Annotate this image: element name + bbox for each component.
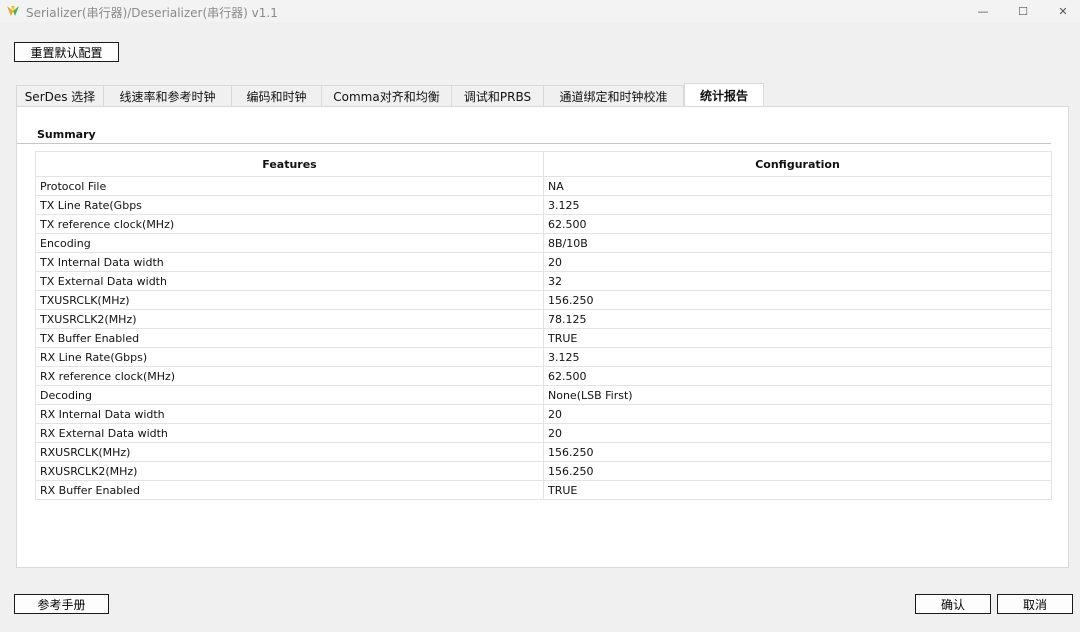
- table-row: RX External Data width 20: [35, 423, 1052, 443]
- feature-cell: RXUSRCLK(MHz): [35, 442, 544, 462]
- config-cell: 3.125: [543, 347, 1052, 367]
- config-cell: TRUE: [543, 480, 1052, 500]
- maximize-icon: ☐: [1018, 4, 1028, 18]
- table-row: RX Buffer Enabled TRUE: [35, 480, 1052, 500]
- tab-statistics-report[interactable]: 统计报告: [684, 83, 764, 107]
- config-cell: 156.250: [543, 290, 1052, 310]
- table-header-row: Features Configuration: [35, 151, 1052, 177]
- table-row: TX Buffer Enabled TRUE: [35, 328, 1052, 348]
- table-row: TX Internal Data width 20: [35, 252, 1052, 272]
- config-cell: 156.250: [543, 442, 1052, 462]
- table-row: Decoding None(LSB First): [35, 385, 1052, 405]
- confirm-button[interactable]: 确认: [915, 594, 991, 614]
- tab-channel-bonding-clock-correction[interactable]: 通道绑定和时钟校准: [544, 85, 684, 107]
- config-cell: 3.125: [543, 195, 1052, 215]
- feature-cell: TX External Data width: [35, 271, 544, 291]
- config-cell: 20: [543, 252, 1052, 272]
- config-cell: NA: [543, 176, 1052, 196]
- table-row: TX reference clock(MHz) 62.500: [35, 214, 1052, 234]
- feature-cell: RX reference clock(MHz): [35, 366, 544, 386]
- table-row: TXUSRCLK(MHz) 156.250: [35, 290, 1052, 310]
- tab-encoding-clock[interactable]: 编码和时钟: [232, 85, 322, 107]
- title-bar: Serializer(串行器)/Deserializer(串行器) v1.1 —…: [0, 0, 1080, 22]
- close-icon: ✕: [1058, 4, 1068, 18]
- tab-debug-prbs[interactable]: 调试和PRBS: [452, 85, 544, 107]
- tab-bar: SerDes 选择 线速率和参考时钟 编码和时钟 Comma对齐和均衡 调试和P…: [16, 83, 764, 107]
- cancel-button[interactable]: 取消: [997, 594, 1073, 614]
- feature-cell: Protocol File: [35, 176, 544, 196]
- reference-manual-button[interactable]: 参考手册: [14, 594, 109, 614]
- table-row: TXUSRCLK2(MHz) 78.125: [35, 309, 1052, 329]
- config-cell: None(LSB First): [543, 385, 1052, 405]
- config-cell: 62.500: [543, 214, 1052, 234]
- report-panel: Summary Features Configuration Protocol …: [16, 106, 1069, 568]
- config-cell: 8B/10B: [543, 233, 1052, 253]
- tab-line-rate-refclk[interactable]: 线速率和参考时钟: [104, 85, 232, 107]
- feature-cell: TXUSRCLK2(MHz): [35, 309, 544, 329]
- table-row: TX External Data width 32: [35, 271, 1052, 291]
- feature-cell: Decoding: [35, 385, 544, 405]
- config-cell: 62.500: [543, 366, 1052, 386]
- configuration-column-header[interactable]: Configuration: [543, 151, 1052, 177]
- feature-cell: TX Internal Data width: [35, 252, 544, 272]
- tab-serdes-select[interactable]: SerDes 选择: [16, 85, 104, 107]
- summary-title: Summary: [37, 128, 100, 141]
- config-cell: 20: [543, 404, 1052, 424]
- feature-cell: TX Line Rate(Gbps: [35, 195, 544, 215]
- feature-cell: RX External Data width: [35, 423, 544, 443]
- feature-cell: TX reference clock(MHz): [35, 214, 544, 234]
- summary-divider: [17, 143, 1051, 144]
- table-row: RX Internal Data width 20: [35, 404, 1052, 424]
- config-cell: 20: [543, 423, 1052, 443]
- table-row: RX reference clock(MHz) 62.500: [35, 366, 1052, 386]
- feature-cell: TXUSRCLK(MHz): [35, 290, 544, 310]
- feature-cell: RX Buffer Enabled: [35, 480, 544, 500]
- feature-cell: Encoding: [35, 233, 544, 253]
- app-logo-icon: [7, 6, 19, 16]
- table-row: RX Line Rate(Gbps) 3.125: [35, 347, 1052, 367]
- table-row: RXUSRCLK(MHz) 156.250: [35, 442, 1052, 462]
- summary-table: Features Configuration Protocol File NA T…: [35, 151, 1052, 500]
- table-row: TX Line Rate(Gbps 3.125: [35, 195, 1052, 215]
- feature-cell: RX Line Rate(Gbps): [35, 347, 544, 367]
- config-cell: 156.250: [543, 461, 1052, 481]
- close-button[interactable]: ✕: [1040, 0, 1080, 22]
- config-cell: 32: [543, 271, 1052, 291]
- table-row: Protocol File NA: [35, 176, 1052, 196]
- feature-cell: RXUSRCLK2(MHz): [35, 461, 544, 481]
- table-row: RXUSRCLK2(MHz) 156.250: [35, 461, 1052, 481]
- minimize-icon: —: [977, 4, 989, 18]
- feature-cell: TX Buffer Enabled: [35, 328, 544, 348]
- config-cell: 78.125: [543, 309, 1052, 329]
- reset-defaults-button[interactable]: 重置默认配置: [14, 42, 119, 62]
- features-column-header[interactable]: Features: [35, 151, 544, 177]
- feature-cell: RX Internal Data width: [35, 404, 544, 424]
- config-cell: TRUE: [543, 328, 1052, 348]
- window-title: Serializer(串行器)/Deserializer(串行器) v1.1: [26, 6, 278, 20]
- table-row: Encoding 8B/10B: [35, 233, 1052, 253]
- tab-comma-align-equalization[interactable]: Comma对齐和均衡: [322, 85, 452, 107]
